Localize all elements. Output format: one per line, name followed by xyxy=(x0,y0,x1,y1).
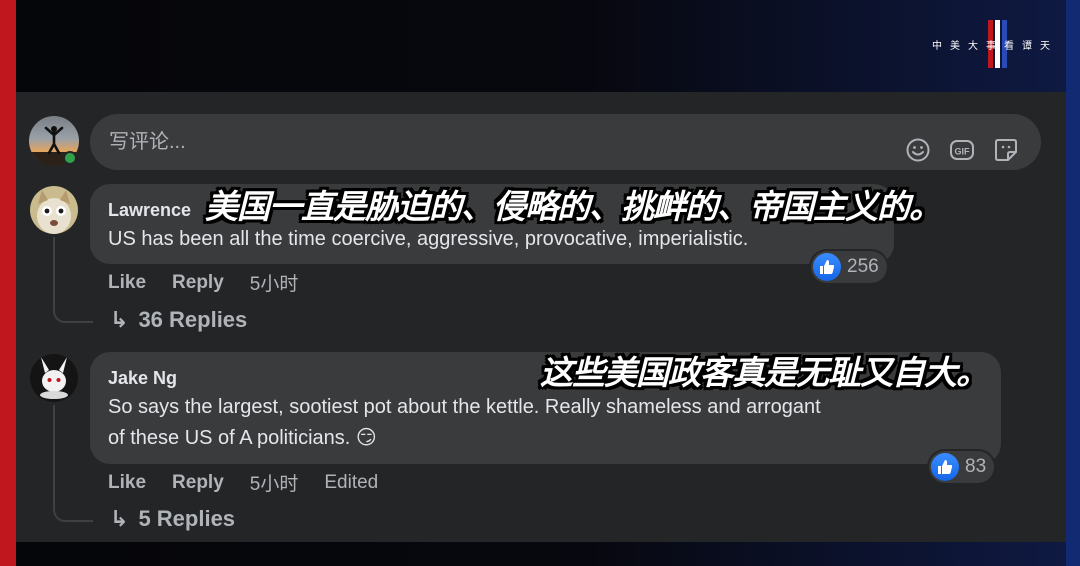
view-replies-link[interactable]: ↳ 5 Replies xyxy=(110,506,235,532)
online-status-dot xyxy=(63,151,77,165)
subtitle-caption: 美国一直是胁迫的、侵略的、挑衅的、帝国主义的。 xyxy=(205,187,942,226)
thread-line xyxy=(53,405,55,503)
thread-connector xyxy=(53,297,93,323)
replies-count-label: 5 Replies xyxy=(138,506,236,531)
reply-button[interactable]: Reply xyxy=(172,272,224,294)
commenter-avatar[interactable] xyxy=(30,186,78,234)
right-blue-stripe xyxy=(1066,0,1080,566)
comment-timestamp[interactable]: 5小时 xyxy=(250,269,299,296)
video-top-band xyxy=(0,0,1080,92)
reply-arrow-icon: ↳ xyxy=(110,307,129,332)
comment-actions: Like Reply 5小时 xyxy=(108,269,298,296)
like-reaction-icon xyxy=(813,253,841,281)
sticker-icon[interactable] xyxy=(993,129,1019,161)
like-button[interactable]: Like xyxy=(108,472,146,494)
like-reaction-icon xyxy=(931,453,959,481)
thread-connector xyxy=(53,496,93,522)
comment-text-line-2: of these US of A politicians. 😏 xyxy=(108,427,377,449)
gif-icon[interactable]: GIF xyxy=(949,129,975,160)
reaction-count: 83 xyxy=(965,456,987,477)
comments-panel: 写评论... GIF Lawrence US has been all the … xyxy=(16,92,1066,542)
reaction-summary[interactable]: 83 xyxy=(929,451,995,483)
video-bottom-band xyxy=(0,542,1080,566)
comment-actions: Like Reply 5小时 Edited xyxy=(108,469,378,496)
emoji-icon[interactable] xyxy=(905,129,931,162)
replies-count-label: 36 Replies xyxy=(138,307,248,332)
comment-author[interactable]: Jake Ng xyxy=(108,368,177,389)
svg-text:GIF: GIF xyxy=(955,147,971,157)
view-replies-link[interactable]: ↳ 36 Replies xyxy=(110,307,247,333)
brand-text: 中美大事看谭天 xyxy=(932,40,1058,52)
comment-text: US has been all the time coercive, aggre… xyxy=(108,228,749,250)
commenter-avatar[interactable] xyxy=(30,354,78,402)
reaction-summary[interactable]: 256 xyxy=(811,251,887,283)
reply-button[interactable]: Reply xyxy=(172,472,224,494)
thread-line xyxy=(53,237,55,302)
subtitle-caption: 这些美国政客真是无耻又自大。 xyxy=(540,353,989,392)
left-red-stripe xyxy=(0,0,16,566)
comment-timestamp[interactable]: 5小时 xyxy=(250,469,299,496)
like-button[interactable]: Like xyxy=(108,272,146,294)
reply-arrow-icon: ↳ xyxy=(110,506,129,531)
comment-input-placeholder: 写评论... xyxy=(109,131,186,153)
comment-input[interactable]: 写评论... GIF xyxy=(90,114,1041,170)
comment-author[interactable]: Lawrence xyxy=(108,200,191,221)
brand-logo: 中美大事看谭天 xyxy=(932,20,1058,68)
edited-label[interactable]: Edited xyxy=(324,472,378,494)
reaction-count: 256 xyxy=(847,256,879,277)
comment-text-line-1: So says the largest, sootiest pot about … xyxy=(108,396,821,418)
